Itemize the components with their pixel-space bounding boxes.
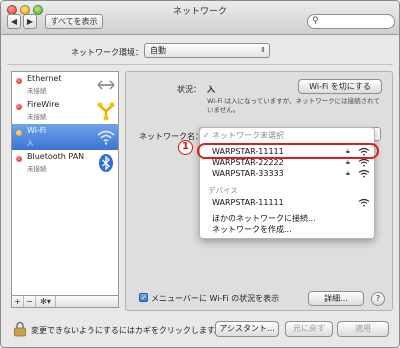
menu-item-join-other[interactable]: ほかのネットワークに接続... [200,213,374,224]
advanced-button[interactable]: 詳細... [308,291,364,306]
service-list: Ethernet 未接続 FireWire 未接続 Wi-Fi 入 Blueto… [11,71,119,296]
apply-button[interactable]: 適用 [337,321,389,337]
status-description: Wi-Fi は入になっていますが、ネットワークには接続されていません。 [207,97,380,114]
location-value: 自動 [150,46,166,55]
service-status: 入 [27,139,34,147]
assistant-button[interactable]: アシスタント... [215,321,279,337]
divider [7,64,393,65]
wifi-signal-icon [358,158,370,167]
checkmark-icon: ✓ [203,131,210,140]
service-item-bluetooth-pan[interactable]: Bluetooth PAN 未接続 [12,150,118,176]
wifi-signal-icon [358,198,370,207]
service-status: 未接続 [27,165,47,173]
revert-button[interactable]: 元に戻す [285,321,333,337]
show-wifi-status-label: メニューバーに Wi-Fi の状況を表示 [151,294,280,303]
search-field[interactable]: ⚲ [307,14,395,29]
firewire-icon [97,102,115,121]
add-service-button[interactable]: + [12,296,24,307]
lock-hint-text: 変更できないようにするにはカギをクリックします。 [31,326,223,335]
service-item-ethernet[interactable]: Ethernet 未接続 [12,72,118,98]
service-actions-gear-icon[interactable]: ✻▾ [36,296,56,307]
menu-item-no-network[interactable]: ✓ ネットワーク未選択 [200,130,374,141]
service-item-wifi[interactable]: Wi-Fi 入 [12,124,118,150]
remove-service-button[interactable]: − [24,296,36,307]
service-status: 未接続 [27,87,47,95]
show-wifi-status-checkbox[interactable]: ✓ [139,293,148,302]
service-name: Wi-Fi [27,126,47,135]
lock-icon: 🔒︎ [346,169,350,177]
status-dot-icon [16,78,22,84]
menu-item-create-network[interactable]: ネットワークを作成... [200,224,374,235]
menu-item-network[interactable]: WARPSTAR-33333 🔒︎ [200,168,374,179]
forward-button[interactable]: ▶ [23,14,37,29]
search-icon: ⚲ [312,16,319,26]
highlight-annotation [197,143,379,159]
show-all-button[interactable]: すべてを表示 [45,14,103,29]
network-name-label: ネットワーク名： [139,132,203,141]
title-bar: ネットワーク ◀ ▶ すべてを表示 ⚲ [1,1,399,35]
bluetooth-icon [99,154,113,172]
service-name: FireWire [27,100,60,109]
ethernet-icon [97,80,115,90]
menu-item-label: WARPSTAR-22222 [212,158,284,167]
status-dot-icon [16,156,22,162]
service-item-firewire[interactable]: FireWire 未接続 [12,98,118,124]
menu-item-device[interactable]: WARPSTAR-11111 [200,197,374,208]
status-dot-icon [16,130,22,136]
service-list-toolbar: + − ✻▾ [11,295,119,308]
callout-number-badge: 1 [178,140,193,155]
status-value: 入 [207,85,215,94]
help-button[interactable]: ? [371,292,385,306]
location-select[interactable]: 自動 ⇕ [144,43,270,58]
location-label: ネットワーク環境： [71,48,143,57]
service-name: Bluetooth PAN [27,152,85,161]
back-button[interactable]: ◀ [7,14,21,29]
status-label: 状況： [177,85,201,94]
menu-item-label: WARPSTAR-11111 [212,198,284,207]
lock-icon[interactable] [13,321,27,337]
turn-wifi-off-button[interactable]: Wi-Fi を切にする [298,79,382,94]
wifi-signal-icon [358,169,370,178]
service-name: Ethernet [27,74,62,83]
service-status: 未接続 [27,113,47,121]
chevron-updown-icon: ⇕ [260,46,266,54]
status-dot-icon [16,104,22,110]
menu-item-label: WARPSTAR-33333 [212,169,284,178]
devices-section-header: デバイス [208,186,238,195]
network-preferences-window: ネットワーク ◀ ▶ すべてを表示 ⚲ ネットワーク環境： 自動 ⇕ Ether… [0,0,400,348]
menu-item-label: ネットワーク未選択 [212,131,284,140]
wifi-icon [97,130,115,145]
